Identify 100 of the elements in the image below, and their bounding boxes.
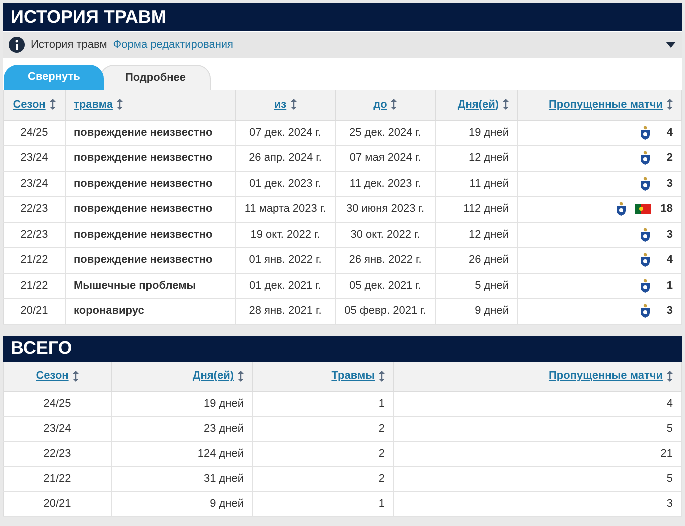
club-crest-icon bbox=[640, 228, 651, 242]
club-crest-icon bbox=[640, 304, 651, 318]
table-cell: 12 дней bbox=[436, 222, 518, 248]
missed-games: 4 bbox=[666, 126, 673, 140]
missed-games: 18 bbox=[660, 202, 673, 217]
tab[interactable]: Подробнее bbox=[100, 65, 212, 90]
info-text: История травм bbox=[31, 38, 108, 53]
club-crest-icon bbox=[640, 278, 651, 293]
table-cell: 07 мая 2024 г. bbox=[336, 146, 436, 171]
table-cell: 19 дней bbox=[112, 392, 252, 416]
table-cell: повреждение неизвестно bbox=[66, 171, 236, 196]
table-cell: повреждение неизвестно bbox=[66, 120, 236, 146]
table-cell: 2 bbox=[252, 442, 394, 466]
table-cell: повреждение неизвестно bbox=[66, 146, 236, 171]
table-cell: 30 окт. 2022 г. bbox=[336, 222, 436, 248]
club-crest-icon bbox=[640, 253, 651, 268]
table-cell: 124 дней bbox=[112, 442, 252, 466]
sort-link[interactable]: до bbox=[374, 96, 388, 113]
table-cell: 20/21 bbox=[4, 298, 66, 324]
table-cell: 23/24 bbox=[4, 171, 66, 196]
table-cell: 26 дней bbox=[436, 248, 518, 273]
table-cell: 11 дней bbox=[436, 171, 518, 196]
table-cell: 25 дек. 2024 г. bbox=[336, 120, 436, 146]
club-crest-icon bbox=[640, 176, 651, 191]
table-cell: 5 дней bbox=[436, 273, 518, 298]
table-cell: 01 янв. 2022 г. bbox=[236, 248, 336, 273]
table-cell: 19 окт. 2022 г. bbox=[236, 222, 336, 248]
table-cell: 30 июня 2023 г. bbox=[336, 196, 436, 222]
table-cell: 9 дней bbox=[112, 492, 252, 516]
sort-icon bbox=[238, 370, 244, 382]
table-cell: 2 bbox=[252, 466, 394, 492]
info-icon bbox=[9, 37, 25, 53]
table-cell: 20/21 bbox=[4, 492, 112, 516]
table-cell: 12 дней bbox=[436, 146, 518, 171]
sort-icon bbox=[379, 370, 385, 382]
section-title: ВСЕГО bbox=[3, 336, 682, 362]
sort-icon bbox=[72, 370, 79, 382]
table-cell: 01 дек. 2023 г. bbox=[236, 171, 336, 196]
table-cell: 5 bbox=[394, 466, 682, 492]
club-crest-icon bbox=[640, 151, 651, 166]
table-cell: 24/25 bbox=[4, 392, 112, 416]
table-cell: 2 bbox=[252, 416, 394, 442]
table-cell: 9 дней bbox=[436, 298, 518, 324]
table-cell: 24/25 bbox=[4, 120, 66, 146]
table-cell: 21/22 bbox=[4, 273, 66, 298]
tab[interactable]: Свернуть bbox=[4, 65, 104, 90]
table-cell: 05 февр. 2021 г. bbox=[336, 298, 436, 324]
table-cell: повреждение неизвестно bbox=[66, 222, 236, 248]
table-cell: 22/23 bbox=[4, 442, 112, 466]
table-cell: 21/22 bbox=[4, 466, 112, 492]
sort-icon bbox=[667, 370, 673, 382]
table-cell: повреждение неизвестно bbox=[66, 196, 236, 222]
table-cell: 07 дек. 2024 г. bbox=[236, 120, 336, 146]
table-cell: 1 bbox=[252, 392, 394, 416]
table-cell: 112 дней bbox=[436, 196, 518, 222]
sort-icon bbox=[116, 99, 123, 110]
table-cell: 22/23 bbox=[4, 222, 66, 248]
table-cell: коронавирус bbox=[66, 298, 236, 324]
missed-games: 3 bbox=[666, 176, 673, 192]
table-cell: 19 дней bbox=[436, 120, 518, 146]
sort-link[interactable]: из bbox=[274, 96, 287, 113]
missed-games: 2 bbox=[666, 151, 673, 166]
club-crest-icon bbox=[616, 202, 627, 216]
table-cell: 5 bbox=[394, 416, 682, 442]
table-cell: 21 bbox=[394, 442, 682, 466]
missed-games: 3 bbox=[666, 228, 673, 242]
sort-link[interactable]: Травмы bbox=[332, 368, 375, 384]
table-cell: 3 bbox=[394, 492, 682, 516]
table-cell: 28 янв. 2021 г. bbox=[236, 298, 336, 324]
dropdown-caret-icon[interactable] bbox=[666, 42, 676, 48]
table-cell: 1 bbox=[252, 492, 394, 516]
table-cell: 4 bbox=[394, 392, 682, 416]
table-cell: 23/24 bbox=[4, 416, 112, 442]
missed-games: 1 bbox=[666, 278, 673, 294]
flag-icon bbox=[635, 204, 651, 214]
table-cell: 05 дек. 2021 г. bbox=[336, 273, 436, 298]
sort-icon bbox=[391, 99, 398, 110]
table-cell: 23/24 bbox=[4, 146, 66, 171]
table-cell: 26 янв. 2022 г. bbox=[336, 248, 436, 273]
sort-icon bbox=[503, 99, 509, 110]
table-cell: 21/22 bbox=[4, 248, 66, 273]
table-cell: 26 апр. 2024 г. bbox=[236, 146, 336, 171]
table-cell: 31 дней bbox=[112, 466, 252, 492]
sort-icon bbox=[667, 99, 673, 110]
sort-link[interactable]: Дня(ей) bbox=[192, 368, 234, 384]
table-cell: 01 дек. 2021 г. bbox=[236, 273, 336, 298]
table-cell: Мышечные проблемы bbox=[66, 273, 236, 298]
sort-link[interactable]: Сезон bbox=[36, 368, 69, 384]
table-cell: повреждение неизвестно bbox=[66, 248, 236, 273]
missed-games: 4 bbox=[666, 253, 673, 268]
missed-games: 3 bbox=[666, 304, 673, 319]
edit-form-link[interactable]: Форма редактирования bbox=[113, 36, 234, 54]
table-cell: 11 дек. 2023 г. bbox=[336, 171, 436, 196]
club-crest-icon bbox=[640, 126, 651, 140]
table-cell: 11 марта 2023 г. bbox=[236, 196, 336, 222]
sort-link[interactable]: травма bbox=[74, 96, 113, 113]
sort-icon bbox=[50, 99, 56, 110]
section-title: ИСТОРИЯ ТРАВМ bbox=[3, 3, 682, 31]
table-cell: 22/23 bbox=[4, 196, 66, 222]
sort-icon bbox=[290, 99, 297, 110]
